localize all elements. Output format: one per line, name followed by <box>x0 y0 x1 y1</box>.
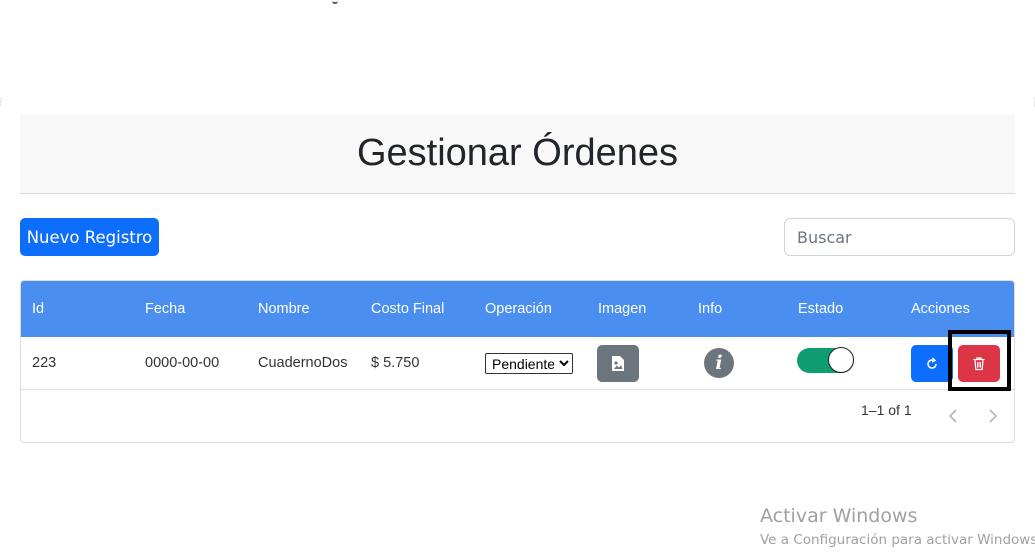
orders-table: Id Fecha Nombre Costo Final Operación Im… <box>20 280 1015 443</box>
cell-nombre: CuadernoDos <box>258 355 348 371</box>
column-header-fecha[interactable]: Fecha <box>145 281 185 337</box>
windows-activation-watermark: Activar Windows Ve a Configuración para … <box>760 505 1035 548</box>
next-page-button[interactable] <box>982 403 1004 429</box>
page-header: Gestionar Órdenes <box>20 114 1015 194</box>
refresh-icon <box>927 357 937 369</box>
view-image-button[interactable] <box>597 345 639 382</box>
table-row: 223 0000-00-00 CuadernoDos $ 5.750 Pendi… <box>21 337 1014 390</box>
column-header-id[interactable]: Id <box>32 281 44 337</box>
card-edge <box>0 97 2 107</box>
new-record-button[interactable]: Nuevo Registro <box>20 218 159 256</box>
chevron-left-icon <box>949 409 957 423</box>
page: Gestionar Órdenes Nuevo Registro Id Fech… <box>0 0 1035 557</box>
refresh-button[interactable] <box>911 345 953 382</box>
prev-page-button[interactable] <box>942 403 964 429</box>
toggle-knob <box>828 347 854 373</box>
image-file-icon <box>612 356 624 371</box>
stray-mark <box>332 0 338 4</box>
column-header-nombre[interactable]: Nombre <box>258 281 310 337</box>
delete-button[interactable] <box>958 345 1000 382</box>
page-title: Gestionar Órdenes <box>356 132 679 174</box>
watermark-subtitle: Ve a Configuración para activar Windows. <box>760 532 1035 548</box>
operation-select[interactable]: Pendiente <box>485 353 573 374</box>
column-header-operacion[interactable]: Operación <box>485 281 552 337</box>
status-toggle[interactable] <box>797 347 854 373</box>
watermark-title: Activar Windows <box>760 505 918 527</box>
pagination-range: 1–1 of 1 <box>861 402 912 418</box>
column-header-acciones: Acciones <box>911 301 970 317</box>
cell-costo-final: $ 5.750 <box>371 355 420 371</box>
trash-icon <box>973 357 985 371</box>
column-header-imagen[interactable]: Imagen <box>598 281 646 337</box>
table-header: Id Fecha Nombre Costo Final Operación Im… <box>21 281 1014 337</box>
cell-fecha: 0000-00-00 <box>145 355 220 371</box>
search-input[interactable] <box>784 218 1015 256</box>
column-header-info[interactable]: Info <box>698 281 722 337</box>
chevron-right-icon <box>989 409 997 423</box>
info-icon[interactable]: i <box>704 348 734 378</box>
column-header-estado[interactable]: Estado <box>798 281 843 337</box>
cell-id: 223 <box>32 355 57 371</box>
column-header-costo-final[interactable]: Costo Final <box>371 281 444 337</box>
